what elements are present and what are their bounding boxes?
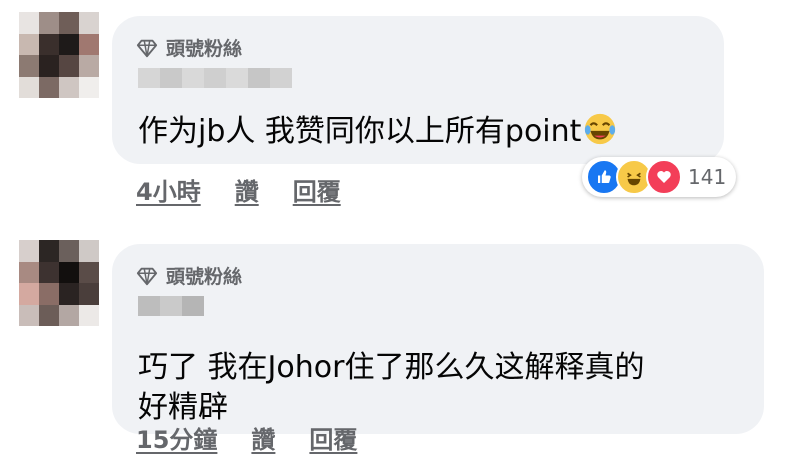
reply-button[interactable]: 回覆 bbox=[293, 172, 341, 207]
top-fan-diamond-icon bbox=[136, 39, 158, 57]
like-button[interactable]: 讚 bbox=[235, 172, 259, 207]
badge-label: 頭號粉絲 bbox=[166, 266, 243, 288]
author-name-blurred[interactable] bbox=[138, 296, 204, 336]
comment-actions: 15分鐘 讚 回覆 bbox=[136, 420, 357, 455]
comment-text: 巧了 我在Johor住了那么久这解释真的 好精辟 bbox=[138, 348, 644, 428]
avatar[interactable] bbox=[19, 12, 99, 98]
comment-bubble: 頭號粉絲 作为jb人 我赞同你以上所有point bbox=[112, 16, 724, 164]
reaction-summary[interactable]: 141 bbox=[582, 157, 737, 197]
like-button[interactable]: 讚 bbox=[251, 420, 275, 455]
comment-bubble: 頭號粉絲 巧了 我在Johor住了那么久这解释真的 好精辟 bbox=[112, 244, 764, 434]
top-fan-badge: 頭號粉絲 bbox=[136, 262, 242, 289]
love-reaction-icon bbox=[646, 159, 682, 195]
reaction-count: 141 bbox=[688, 165, 727, 189]
timestamp-link[interactable]: 15分鐘 bbox=[136, 420, 217, 455]
top-fan-badge: 頭號粉絲 bbox=[136, 34, 242, 61]
comment-actions: 4小時 讚 回覆 bbox=[136, 172, 341, 207]
comment-text-line: 巧了 我在Johor住了那么久这解释真的 bbox=[138, 350, 645, 385]
badge-label: 頭號粉絲 bbox=[166, 38, 243, 60]
comment-text: 作为jb人 我赞同你以上所有point bbox=[138, 112, 617, 152]
timestamp-link[interactable]: 4小時 bbox=[136, 172, 201, 207]
avatar[interactable] bbox=[19, 240, 99, 326]
laughing-emoji-icon bbox=[585, 113, 616, 145]
reply-button[interactable]: 回覆 bbox=[309, 420, 357, 455]
author-name-blurred[interactable] bbox=[138, 68, 292, 108]
top-fan-diamond-icon bbox=[136, 267, 158, 285]
comment-text-content: 作为jb人 我赞同你以上所有point bbox=[138, 114, 582, 149]
